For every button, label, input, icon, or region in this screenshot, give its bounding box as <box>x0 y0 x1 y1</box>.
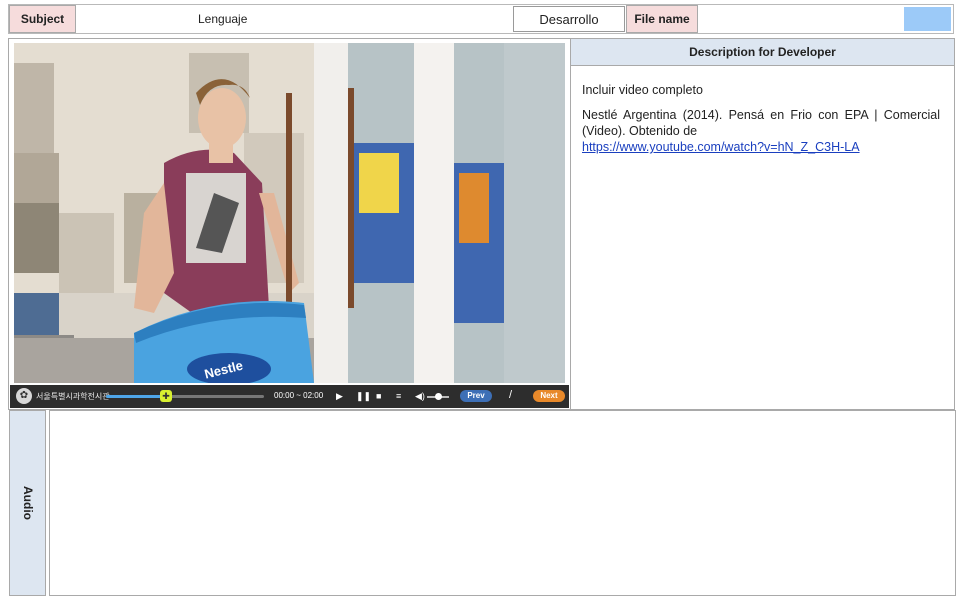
organization-name: 서울특별시과학전시관 <box>36 392 110 401</box>
play-icon[interactable]: ▶ <box>336 390 343 402</box>
description-title: Description for Developer <box>571 39 954 66</box>
pause-icon[interactable]: ❚❚ <box>356 390 371 402</box>
volume-knob[interactable] <box>435 393 442 400</box>
audio-label: Audio <box>20 486 35 520</box>
audio-label-cell: Audio <box>9 410 46 596</box>
progress-fill <box>106 395 167 398</box>
video-frame[interactable]: Nestle <box>14 43 565 383</box>
audio-content-area[interactable] <box>49 410 956 596</box>
subject-value: Lenguaje <box>198 12 248 26</box>
citation-text: Nestlé Argentina (2014). Pensá en Frio c… <box>582 108 940 138</box>
progress-thumb-icon[interactable]: ✚ <box>160 390 173 402</box>
volume-icon[interactable]: ◀) <box>415 390 425 402</box>
nav-separator: / <box>509 389 513 401</box>
video-still-image: Nestle <box>14 43 565 383</box>
next-button[interactable]: Next <box>533 390 565 402</box>
stage-field[interactable]: Desarrollo <box>513 6 625 32</box>
seal-logo-icon: ✿ <box>16 388 32 404</box>
stop-icon[interactable]: ■ <box>376 390 381 402</box>
description-line: Incluir video completo <box>582 83 703 97</box>
description-citation: Nestlé Argentina (2014). Pensá en Frio c… <box>582 107 940 155</box>
list-icon[interactable]: ≡ <box>396 390 401 402</box>
time-display: 00:00 ~ 02:00 <box>274 391 324 400</box>
action-button[interactable] <box>904 7 951 31</box>
description-body: Incluir video completo Nestlé Argentina … <box>582 82 940 155</box>
subject-label: Subject <box>9 5 76 33</box>
volume-slider[interactable] <box>427 393 449 400</box>
prev-button[interactable]: Prev <box>460 390 492 402</box>
video-player-controls: ✿ 서울특별시과학전시관 ✚ 00:00 ~ 02:00 ▶ ❚❚ ■ ≡ ◀)… <box>10 385 569 408</box>
video-link[interactable]: https://www.youtube.com/watch?v=hN_Z_C3H… <box>582 140 860 154</box>
progress-track[interactable]: ✚ <box>106 390 264 402</box>
description-panel: Description for Developer Incluir video … <box>570 38 955 410</box>
file-name-label: File name <box>626 5 698 33</box>
